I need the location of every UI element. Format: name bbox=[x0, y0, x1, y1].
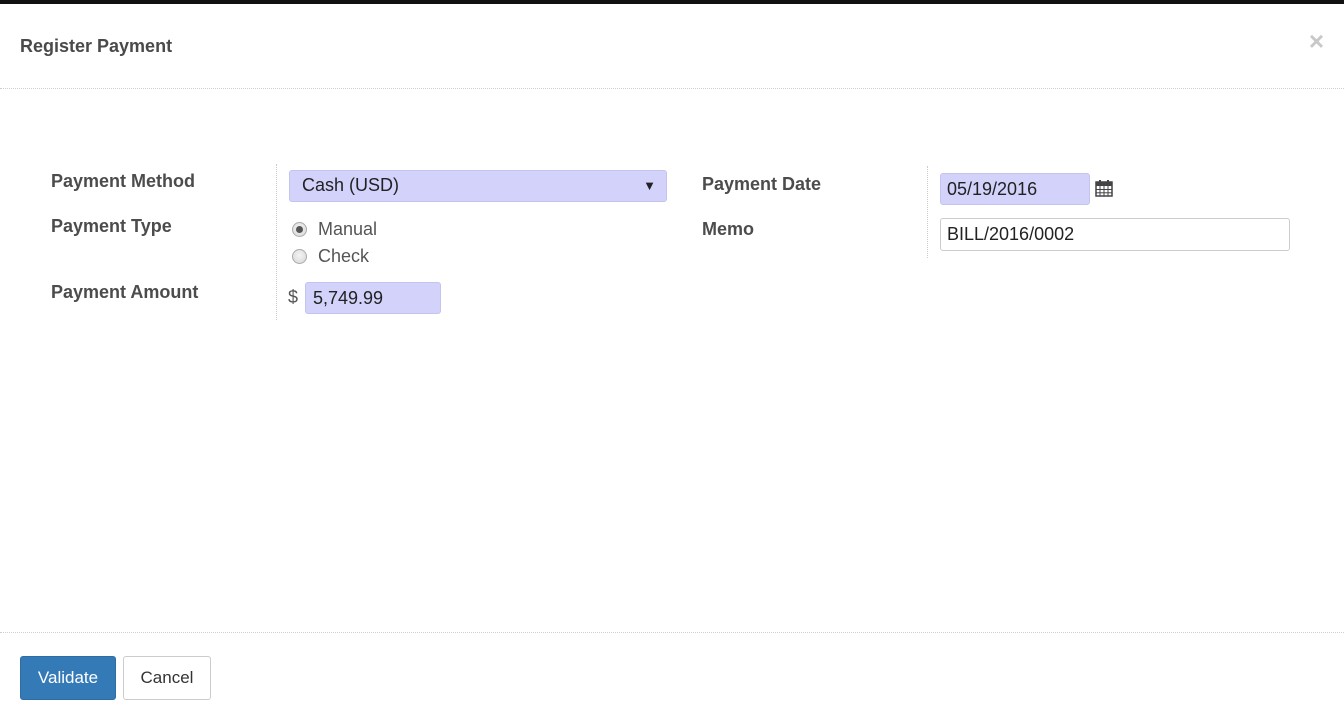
payment-type-option-check[interactable]: Check bbox=[292, 246, 369, 267]
column-separator-right bbox=[927, 166, 928, 258]
payment-type-option-manual[interactable]: Manual bbox=[292, 219, 377, 240]
radio-check[interactable] bbox=[292, 249, 307, 264]
dialog-footer-divider bbox=[0, 632, 1344, 633]
payment-method-select[interactable]: Cash (USD) ▼ bbox=[289, 170, 667, 202]
column-separator bbox=[276, 164, 277, 320]
chevron-down-icon: ▼ bbox=[643, 178, 656, 193]
currency-symbol: $ bbox=[288, 287, 299, 307]
radio-check-label: Check bbox=[318, 246, 370, 266]
dialog-title: Register Payment bbox=[20, 36, 173, 56]
calendar-icon[interactable] bbox=[1095, 179, 1113, 197]
dialog-header: Register Payment × bbox=[0, 4, 1344, 89]
radio-manual[interactable] bbox=[292, 222, 307, 237]
cancel-button[interactable]: Cancel bbox=[123, 656, 211, 700]
payment-method-value: Cash (USD) bbox=[302, 175, 400, 195]
close-icon[interactable]: × bbox=[1309, 28, 1324, 54]
validate-button[interactable]: Validate bbox=[20, 656, 116, 700]
payment-type-label: Payment Type bbox=[51, 216, 172, 236]
payment-date-label: Payment Date bbox=[702, 174, 822, 194]
payment-amount-input[interactable] bbox=[305, 282, 441, 314]
memo-input[interactable] bbox=[940, 218, 1290, 251]
payment-amount-label: Payment Amount bbox=[51, 282, 199, 302]
payment-date-input[interactable] bbox=[940, 173, 1090, 205]
radio-manual-label: Manual bbox=[318, 219, 378, 239]
memo-label: Memo bbox=[702, 219, 755, 239]
payment-method-label: Payment Method bbox=[51, 171, 196, 191]
